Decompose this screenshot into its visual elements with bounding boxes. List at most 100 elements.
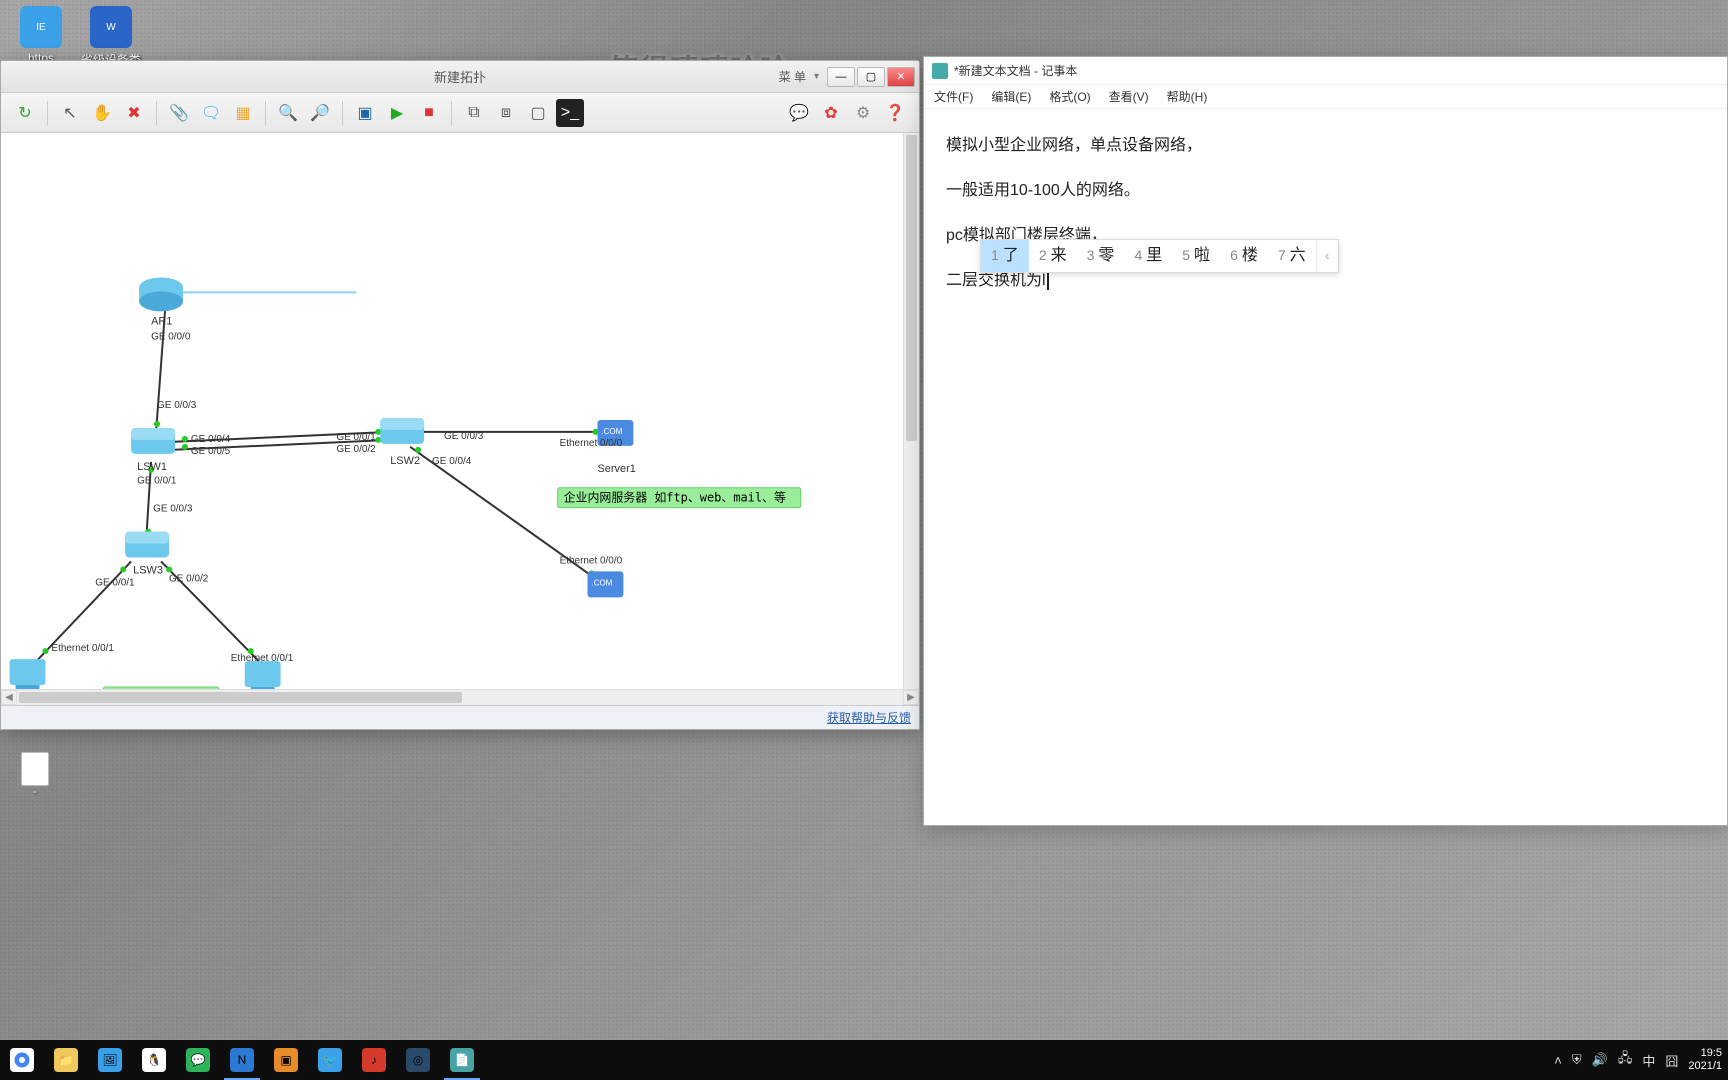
port-label: Ethernet 0/0/1 bbox=[51, 643, 114, 654]
notepad-line: 二层交换机为l bbox=[946, 272, 1046, 289]
device-server1[interactable]: .COM bbox=[597, 420, 633, 446]
ensp-title: 新建拓扑 bbox=[434, 67, 486, 86]
dropdown-icon[interactable]: ▾ bbox=[814, 71, 819, 82]
task-steam[interactable]: ◎ bbox=[396, 1040, 440, 1080]
port-label: GE 0/0/3 bbox=[153, 504, 193, 515]
hand-icon[interactable]: ✋ bbox=[88, 99, 116, 127]
link-icon[interactable]: 📎 bbox=[165, 99, 193, 127]
task-chrome[interactable] bbox=[0, 1040, 44, 1080]
ensp-titlebar[interactable]: 新建拓扑 菜 单 ▾ — ▢ ✕ bbox=[1, 61, 919, 93]
canvas-horizontal-scrollbar[interactable]: ◀ ▶ bbox=[1, 689, 919, 705]
device-lsw2[interactable] bbox=[380, 418, 424, 444]
task-ensp[interactable]: N bbox=[220, 1040, 264, 1080]
device-server2[interactable]: .COM bbox=[588, 571, 624, 597]
tray-clock[interactable]: 19:5 2021/1 bbox=[1688, 1047, 1722, 1073]
huawei-icon[interactable]: ✿ bbox=[817, 99, 845, 127]
device-pc2[interactable] bbox=[245, 661, 281, 689]
task-wechat[interactable]: 💬 bbox=[176, 1040, 220, 1080]
notepad-titlebar[interactable]: *新建文本文档 - 记事本 bbox=[924, 57, 1727, 85]
menu-format[interactable]: 格式(O) bbox=[1045, 86, 1094, 107]
tray-chevron-up-icon[interactable]: ˄ bbox=[1554, 1053, 1562, 1068]
fit-icon[interactable]: ▣ bbox=[351, 99, 379, 127]
notepad-window: *新建文本文档 - 记事本 文件(F) 编辑(E) 格式(O) 查看(V) 帮助… bbox=[923, 56, 1728, 826]
ime-candidate-7[interactable]: 7六 bbox=[1268, 240, 1316, 272]
label-lsw2: LSW2 bbox=[390, 455, 420, 467]
steam-icon: ◎ bbox=[406, 1048, 430, 1072]
scroll-left-icon[interactable]: ◀ bbox=[1, 690, 17, 705]
help-link[interactable]: 获取帮助与反馈 bbox=[827, 709, 911, 726]
scroll-right-icon[interactable]: ▶ bbox=[903, 690, 919, 705]
tray-network-icon[interactable]: 🖧 bbox=[1618, 1049, 1633, 1071]
tray-shield-icon[interactable]: ⛨ bbox=[1572, 1052, 1582, 1068]
canvas-vertical-scrollbar[interactable] bbox=[903, 133, 919, 689]
palette-icon[interactable]: ▦ bbox=[229, 99, 257, 127]
help-icon[interactable]: ❓ bbox=[881, 99, 909, 127]
menu-file[interactable]: 文件(F) bbox=[930, 86, 977, 107]
tray-ime-mode[interactable]: 囧 bbox=[1665, 1051, 1678, 1070]
notepad-textarea[interactable]: 模拟小型企业网络，单点设备网络， 一般适用10-100人的网络。 pc模拟部门楼… bbox=[924, 109, 1727, 825]
ime-candidate-4[interactable]: 4里 bbox=[1124, 240, 1172, 272]
task-qq[interactable]: 🐧 bbox=[132, 1040, 176, 1080]
folder-icon: 📁 bbox=[54, 1048, 78, 1072]
pointer-icon[interactable]: ↖ bbox=[56, 99, 84, 127]
task-explorer[interactable]: 📁 bbox=[44, 1040, 88, 1080]
label-ar1: AR1 bbox=[151, 315, 172, 327]
ime-prev-icon[interactable]: ‹ bbox=[1316, 240, 1338, 272]
play-icon[interactable]: ▶ bbox=[383, 99, 411, 127]
desktop-icon-https[interactable]: IE https bbox=[6, 6, 76, 65]
ime-candidate-6[interactable]: 6楼 bbox=[1220, 240, 1268, 272]
device-lsw1[interactable] bbox=[131, 428, 175, 454]
toolbar-divider bbox=[265, 101, 266, 125]
zoom-in-icon[interactable]: 🔍 bbox=[274, 99, 302, 127]
maximize-button[interactable]: ▢ bbox=[857, 67, 885, 87]
device-lsw3[interactable] bbox=[125, 532, 169, 558]
layers-icon[interactable]: ⧈ bbox=[492, 99, 520, 127]
close-button[interactable]: ✕ bbox=[887, 67, 915, 87]
delete-icon[interactable]: ✖ bbox=[120, 99, 148, 127]
menu-help[interactable]: 帮助(H) bbox=[1163, 86, 1212, 107]
port-label: GE 0/0/2 bbox=[336, 444, 376, 455]
minimize-button[interactable]: — bbox=[827, 67, 855, 87]
task-photos[interactable]: 🖼 bbox=[88, 1040, 132, 1080]
stop-icon[interactable]: ■ bbox=[415, 99, 443, 127]
port-label: GE 0/0/1 bbox=[137, 476, 177, 487]
topology-svg: AR1 GE 0/0/0 GE 0/0/3 GE 0/0/4 GE 0/0/5 … bbox=[1, 133, 903, 689]
ime-candidate-3[interactable]: 3零 bbox=[1077, 240, 1125, 272]
tray-volume-icon[interactable]: 🔊 bbox=[1592, 1052, 1608, 1068]
capture-icon[interactable]: ⧉ bbox=[460, 99, 488, 127]
task-vm[interactable]: ▣ bbox=[264, 1040, 308, 1080]
ime-candidate-2[interactable]: 2来 bbox=[1029, 240, 1077, 272]
task-bird[interactable]: 🐦 bbox=[308, 1040, 352, 1080]
svg-text:.COM: .COM bbox=[601, 427, 622, 436]
tray-ime-lang[interactable]: 中 bbox=[1642, 1051, 1655, 1070]
topology-canvas[interactable]: AR1 GE 0/0/0 GE 0/0/3 GE 0/0/4 GE 0/0/5 … bbox=[1, 133, 903, 689]
chat-icon[interactable]: 💬 bbox=[785, 99, 813, 127]
task-notepad[interactable]: 📄 bbox=[440, 1040, 484, 1080]
ime-candidate-1[interactable]: 1了 bbox=[981, 240, 1029, 272]
word-icon: W bbox=[90, 6, 132, 48]
ensp-task-icon: N bbox=[230, 1048, 254, 1072]
menu-view[interactable]: 查看(V) bbox=[1105, 86, 1153, 107]
zoom-out-icon[interactable]: 🔎 bbox=[306, 99, 334, 127]
toolbar-divider bbox=[156, 101, 157, 125]
toolbar-divider bbox=[451, 101, 452, 125]
port-label: GE 0/0/4 bbox=[432, 456, 472, 467]
text-cursor bbox=[1047, 272, 1049, 290]
device-ar1[interactable] bbox=[139, 277, 183, 311]
grid-icon[interactable]: ▢ bbox=[524, 99, 552, 127]
ime-candidate-5[interactable]: 5啦 bbox=[1172, 240, 1220, 272]
desktop-file[interactable]: - bbox=[15, 752, 55, 798]
ensp-menu-label[interactable]: 菜 单 bbox=[779, 68, 806, 85]
label-server1: Server1 bbox=[597, 463, 635, 475]
settings-icon[interactable]: ⚙ bbox=[849, 99, 877, 127]
notepad-menubar: 文件(F) 编辑(E) 格式(O) 查看(V) 帮助(H) bbox=[924, 85, 1727, 109]
task-netease[interactable]: ♪ bbox=[352, 1040, 396, 1080]
note-icon[interactable]: 🗨 bbox=[197, 99, 225, 127]
chrome-icon bbox=[13, 1051, 31, 1069]
redo-icon[interactable]: ↻ bbox=[11, 99, 39, 127]
menu-edit[interactable]: 编辑(E) bbox=[987, 86, 1035, 107]
port-label: GE 0/0/3 bbox=[157, 400, 197, 411]
ime-candidate-bar[interactable]: 1了 2来 3零 4里 5啦 6楼 7六 ‹ bbox=[980, 239, 1339, 273]
cmd-icon[interactable]: >_ bbox=[556, 99, 584, 127]
device-pc1[interactable] bbox=[10, 659, 46, 689]
